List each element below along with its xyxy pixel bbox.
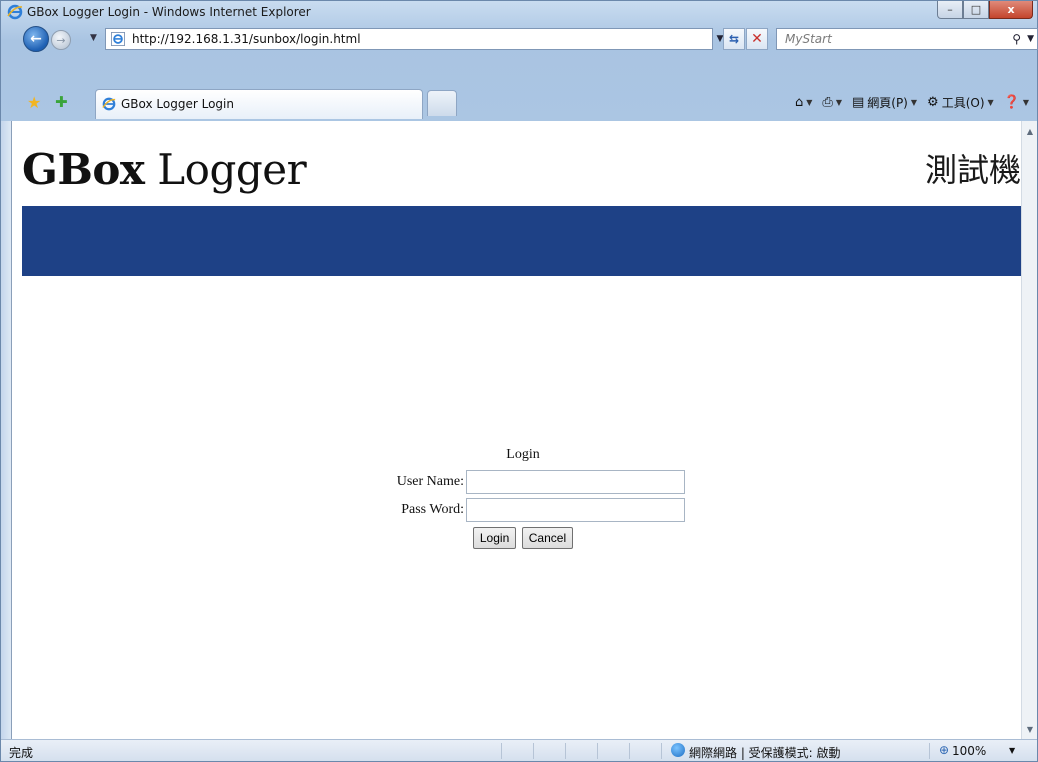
tab-toolbar: ★ ✚ GBox Logger Login ⌂ ▼ ⎙ ▼ ▤ 網頁(P) ▼ ⚙ 工具(… xyxy=(1,87,1037,119)
help-menu[interactable]: ❓ ▼ xyxy=(1000,93,1033,112)
search-placeholder: MyStart xyxy=(785,32,832,46)
refresh-button[interactable]: ⇆ xyxy=(723,28,745,50)
globe-icon xyxy=(671,743,685,757)
home-button[interactable]: ⌂ ▼ xyxy=(791,93,816,112)
login-title: Login xyxy=(506,447,540,462)
forward-arrow-icon: → xyxy=(56,33,66,47)
chevron-down-icon: ▼ xyxy=(806,98,813,107)
password-row: Pass Word: xyxy=(358,497,688,523)
new-tab-button[interactable] xyxy=(427,90,457,116)
login-buttons: Login Cancel xyxy=(358,527,688,551)
address-toolbar: ← → ▼ http://192.168.1.31/sunbox/login.h… xyxy=(1,25,1038,53)
username-label: User Name: xyxy=(396,474,464,489)
username-input[interactable] xyxy=(466,470,685,494)
scroll-up-arrow-icon[interactable]: ▲ xyxy=(1022,123,1038,139)
status-divider xyxy=(501,743,502,759)
forward-button[interactable]: → xyxy=(51,30,71,50)
logo-rest-text: Logger xyxy=(144,145,307,194)
page-viewport: GBox Logger 測試機 Login User Name: Pass Wo… xyxy=(11,121,1021,739)
address-url: http://192.168.1.31/sunbox/login.html xyxy=(132,32,361,46)
site-tag: 測試機 xyxy=(924,151,1021,189)
print-button[interactable]: ⎙ ▼ xyxy=(818,93,846,112)
command-bar: ⌂ ▼ ⎙ ▼ ▤ 網頁(P) ▼ ⚙ 工具(O) ▼ ❓ ▼ xyxy=(791,92,1033,113)
search-options-dropdown[interactable]: ▼ xyxy=(1027,34,1034,44)
tab-label: GBox Logger Login xyxy=(121,97,234,111)
tools-menu[interactable]: ⚙ 工具(O) ▼ xyxy=(923,92,998,113)
chevron-down-icon: ▼ xyxy=(987,98,994,107)
browser-window: GBox Logger Login - Windows Internet Exp… xyxy=(0,0,1038,762)
chevron-down-icon: ▼ xyxy=(835,98,842,107)
cancel-button[interactable]: Cancel xyxy=(521,527,574,549)
tab-ie-icon xyxy=(102,97,116,111)
username-row: User Name: xyxy=(358,469,688,495)
home-icon: ⌂ xyxy=(794,95,804,110)
page-ie-icon xyxy=(111,32,125,46)
status-divider xyxy=(533,743,534,759)
zoom-level[interactable]: 100% xyxy=(952,744,986,758)
logo-bold-text: GBox xyxy=(22,145,145,194)
help-icon: ❓ xyxy=(1003,95,1020,110)
close-button[interactable]: x xyxy=(989,1,1033,19)
page-icon: ▤ xyxy=(851,95,865,110)
page-menu-label: 網頁(P) xyxy=(867,96,908,110)
ie-logo-icon xyxy=(7,4,23,20)
recent-pages-dropdown[interactable]: ▼ xyxy=(90,33,97,43)
window-left-edge xyxy=(1,121,11,739)
header-banner xyxy=(22,206,1021,276)
status-text: 完成 xyxy=(9,746,34,760)
search-box[interactable]: MyStart ⚲ ▼ xyxy=(776,28,1038,50)
zoom-dropdown[interactable]: ▼ xyxy=(1009,746,1015,755)
security-zone[interactable]: 網際網路 | 受保護模式: 啟動 xyxy=(689,744,841,761)
maximize-button[interactable]: □ xyxy=(963,1,989,19)
status-divider xyxy=(597,743,598,759)
tab-gbox-logger-login[interactable]: GBox Logger Login xyxy=(95,89,423,119)
title-bar: GBox Logger Login - Windows Internet Exp… xyxy=(1,1,1037,23)
status-bar: 完成 網際網路 | 受保護模式: 啟動 ⊕ 100% ▼ xyxy=(1,739,1037,761)
tools-menu-label: 工具(O) xyxy=(941,96,985,110)
vertical-scrollbar[interactable]: ▲ ▼ xyxy=(1021,121,1037,739)
address-bar[interactable]: http://192.168.1.31/sunbox/login.html xyxy=(105,28,713,50)
back-button[interactable]: ← xyxy=(23,26,49,52)
status-divider xyxy=(565,743,566,759)
minimize-button[interactable]: – xyxy=(937,1,963,19)
back-arrow-icon: ← xyxy=(30,31,42,47)
status-divider xyxy=(661,743,662,759)
page-menu[interactable]: ▤ 網頁(P) ▼ xyxy=(848,92,921,113)
password-label: Pass Word: xyxy=(401,502,464,517)
refresh-icon: ⇆ xyxy=(728,32,740,46)
chevron-down-icon: ▼ xyxy=(1022,98,1029,107)
star-icon[interactable]: ★ xyxy=(27,93,41,112)
chevron-down-icon: ▼ xyxy=(910,98,918,107)
password-input[interactable] xyxy=(466,498,685,522)
stop-button[interactable]: ✕ xyxy=(746,28,768,50)
site-logo: GBox Logger xyxy=(22,145,307,194)
status-divider xyxy=(629,743,630,759)
login-button[interactable]: Login xyxy=(472,527,517,549)
search-icon[interactable]: ⚲ xyxy=(1012,32,1021,46)
printer-icon: ⎙ xyxy=(822,95,833,110)
window-title: GBox Logger Login - Windows Internet Exp… xyxy=(27,5,311,19)
window-controls: – □ x xyxy=(937,1,1033,21)
scroll-down-arrow-icon[interactable]: ▼ xyxy=(1022,721,1038,737)
zoom-icon: ⊕ xyxy=(939,743,950,757)
status-divider xyxy=(929,743,930,759)
gear-icon: ⚙ xyxy=(927,95,939,110)
add-favorite-icon[interactable]: ✚ xyxy=(55,93,68,111)
stop-icon: ✕ xyxy=(751,31,763,47)
